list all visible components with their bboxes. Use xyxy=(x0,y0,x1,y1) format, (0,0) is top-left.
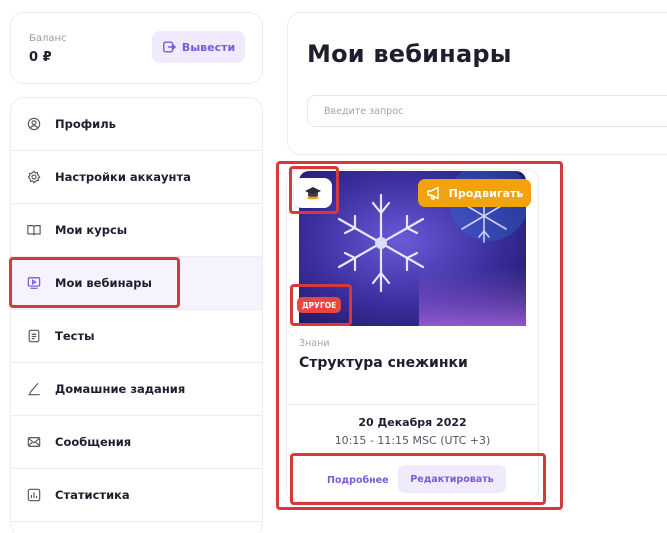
balance-label: Баланс xyxy=(29,33,67,44)
webinars-header-card: Мои вебинары xyxy=(287,12,667,155)
sidebar-item-label: Профиль xyxy=(55,117,116,131)
sidebar-item-label: Сообщения xyxy=(55,435,132,449)
edit-button[interactable]: Редактировать xyxy=(398,465,506,493)
sidebar-item-my-courses[interactable]: Мои курсы xyxy=(11,204,262,257)
sidebar-item-profile[interactable]: Профиль xyxy=(11,98,262,151)
sidebar-item-label: Мои вебинары xyxy=(55,276,152,290)
sidebar-item-label: Статистика xyxy=(55,488,130,502)
sidebar-item-label: Тесты xyxy=(55,329,95,343)
withdraw-icon xyxy=(162,40,176,54)
video-screen-icon xyxy=(27,276,41,290)
sidebar-menu: Профиль Настройки аккаунта Мои курсы Мои… xyxy=(10,97,263,533)
document-icon xyxy=(27,329,41,343)
sidebar-item-messages[interactable]: Сообщения xyxy=(11,416,262,469)
webinar-date: 20 Декабря 2022 xyxy=(358,416,467,429)
promote-button[interactable]: Продвигать xyxy=(418,179,531,207)
balance-amount: 0 ₽ xyxy=(29,50,52,65)
promote-label: Продвигать xyxy=(448,186,524,200)
sidebar-item-label: Мои курсы xyxy=(55,223,128,237)
pen-icon xyxy=(27,382,41,396)
withdraw-button[interactable]: Вывести xyxy=(152,31,245,63)
sidebar-item-homework[interactable]: Домашние задания xyxy=(11,363,262,416)
page-title: Мои вебинары xyxy=(307,40,512,68)
details-link[interactable]: Подробнее xyxy=(327,475,389,486)
sidebar-item-label: Домашние задания xyxy=(55,382,186,396)
sidebar-item-label: Настройки аккаунта xyxy=(55,170,191,184)
sidebar-item-tests[interactable]: Тесты xyxy=(11,310,262,363)
withdraw-label: Вывести xyxy=(181,40,236,54)
book-open-icon xyxy=(27,223,41,237)
sidebar-item-account-settings[interactable]: Настройки аккаунта xyxy=(11,151,262,204)
user-circle-icon xyxy=(27,117,41,131)
megaphone-icon xyxy=(426,186,442,200)
bar-chart-icon xyxy=(27,488,41,502)
gear-icon xyxy=(27,170,41,184)
sidebar-item-my-webinars[interactable]: Мои вебинары xyxy=(11,257,262,310)
balance-card: Баланс 0 ₽ Вывести xyxy=(10,12,263,84)
graduation-cap-icon xyxy=(305,187,321,200)
envelope-icon xyxy=(27,435,41,449)
sidebar-item-statistics[interactable]: Статистика xyxy=(11,469,262,522)
category-tag: ДРУГОЕ xyxy=(297,297,342,313)
webinar-card[interactable] xyxy=(286,169,539,502)
school-logo xyxy=(294,178,332,208)
webinar-title[interactable]: Структура снежинки xyxy=(299,355,468,371)
search-input[interactable] xyxy=(307,95,667,127)
webinar-time: 10:15 - 11:15 MSC (UTC +3) xyxy=(334,434,491,447)
card-divider xyxy=(287,404,538,405)
webinar-author: Знани xyxy=(299,338,330,349)
